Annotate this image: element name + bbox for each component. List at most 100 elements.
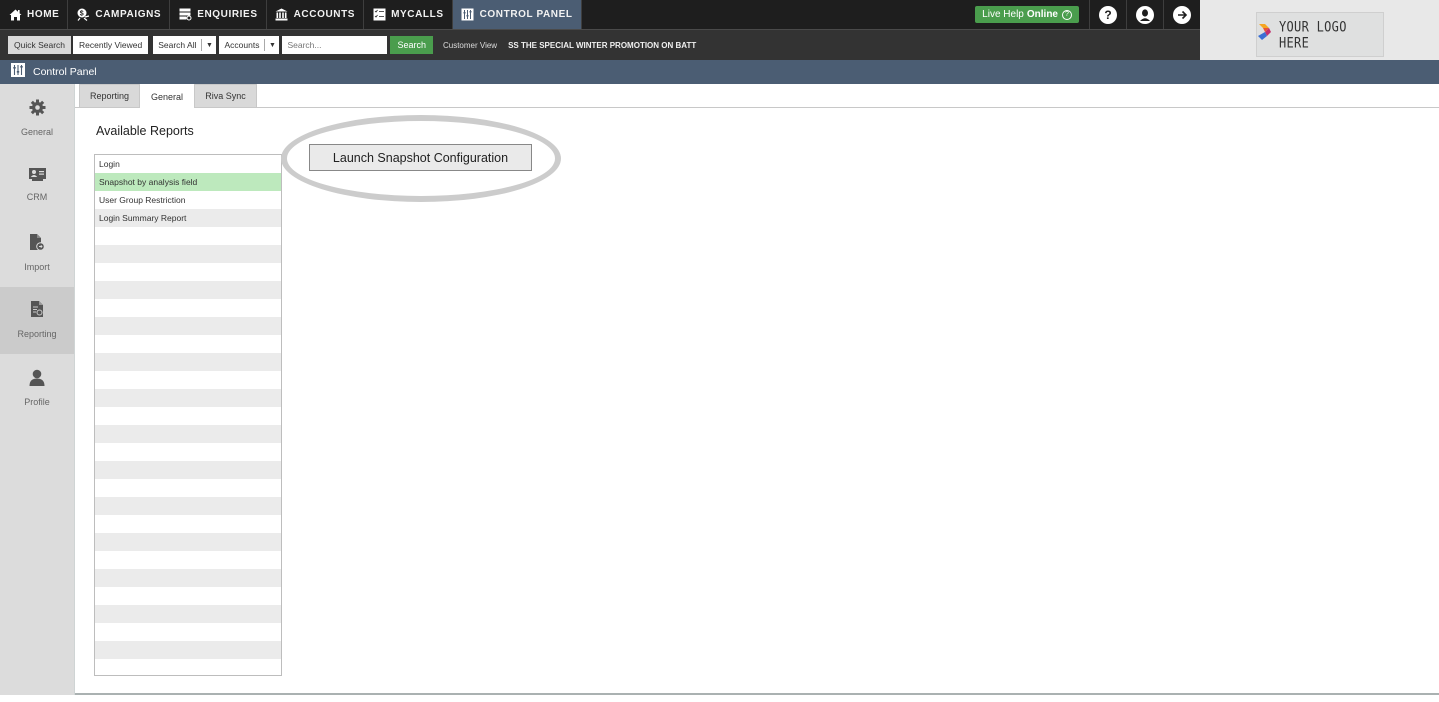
tab-bar: Reporting General Riva Sync (75, 84, 1439, 109)
main-content: Reporting General Riva Sync Available Re… (75, 84, 1439, 695)
sidebar-item-label: Reporting (17, 329, 57, 340)
control-panel-icon (11, 62, 25, 82)
launch-highlight: Launch Snapshot Configuration (281, 115, 561, 202)
report-icon (30, 301, 44, 323)
chevron-down-icon: ▼ (268, 41, 276, 49)
enquiries-icon (178, 8, 192, 22)
reports-list[interactable]: Login Snapshot by analysis field User Grou… (94, 154, 282, 676)
empty-list-row (95, 479, 281, 497)
sidebar-item-label: CRM (26, 192, 48, 203)
empty-list-row (95, 461, 281, 479)
help-icon: ? (1099, 5, 1117, 24)
bank-icon (275, 8, 289, 22)
empty-list-row (95, 659, 281, 675)
empty-list-row (95, 263, 281, 281)
empty-list-row (95, 317, 281, 335)
campaigns-icon: $ (76, 8, 90, 22)
import-file-icon (29, 233, 45, 256)
section-header: Control Panel (0, 60, 1439, 84)
nav-mycalls-label: MYCALLS (391, 9, 444, 20)
home-icon (8, 8, 22, 22)
list-item[interactable]: Snapshot by analysis field (95, 173, 281, 191)
recently-viewed-button[interactable]: Recently Viewed (73, 36, 149, 54)
empty-list-row (95, 497, 281, 515)
page-title: Control Panel (33, 66, 97, 78)
empty-list-row (95, 353, 281, 371)
live-help-label: Live Help (982, 9, 1024, 20)
sidebar-item-label: Import (24, 261, 50, 272)
empty-list-row (95, 551, 281, 569)
search-toolbar: Quick Search Recently Viewed Search All … (0, 29, 1200, 60)
logo-mark-icon (1257, 23, 1273, 46)
logo-text: YOUR LOGO HERE (1279, 18, 1347, 51)
empty-list-row (95, 641, 281, 659)
gear-icon (29, 99, 46, 121)
tab-general[interactable]: General (140, 84, 194, 109)
sidebar-item-import[interactable]: Import (0, 219, 74, 287)
crm-card-icon (28, 168, 46, 186)
empty-list-row (95, 443, 281, 461)
logo-area: YOUR LOGO HERE (1200, 0, 1439, 60)
search-entity-select[interactable]: Accounts ▼ (219, 36, 280, 54)
search-scope-select[interactable]: Search All ▼ (153, 36, 217, 54)
control-panel-icon (461, 8, 475, 22)
nav-mycalls[interactable]: MYCALLS (364, 0, 453, 29)
chevron-down-icon: ▼ (206, 41, 213, 49)
list-item[interactable]: Login Summary Report (95, 209, 281, 227)
nav-campaigns[interactable]: $ CAMPAIGNS (68, 0, 171, 29)
launch-snapshot-configuration-button[interactable]: Launch Snapshot Configuration (309, 144, 532, 171)
arrow-right-icon (1173, 5, 1191, 24)
empty-list-row (95, 605, 281, 623)
empty-list-row (95, 299, 281, 317)
news-ticker: SS THE SPECIAL WINTER PROMOTION ON BATT (508, 40, 697, 50)
nav-accounts[interactable]: ACCOUNTS (267, 0, 365, 29)
checklist-icon (372, 8, 386, 22)
customer-view-link[interactable]: Customer View (443, 41, 497, 50)
list-item[interactable]: Login (95, 155, 281, 173)
nav-home-label: HOME (27, 9, 60, 20)
live-help-button[interactable]: Live Help Online ? (975, 6, 1079, 23)
nav-enquiries[interactable]: ENQUIRIES (170, 0, 267, 29)
search-button[interactable]: Search (390, 36, 433, 54)
tab-riva-sync[interactable]: Riva Sync (194, 84, 257, 108)
empty-list-row (95, 425, 281, 443)
nav-enquiries-label: ENQUIRIES (197, 9, 258, 20)
quick-search-button[interactable]: Quick Search (8, 36, 72, 54)
sidebar-item-general[interactable]: General (0, 84, 74, 152)
company-logo[interactable]: YOUR LOGO HERE (1256, 12, 1384, 57)
empty-list-row (95, 371, 281, 389)
empty-list-row (95, 389, 281, 407)
user-icon (29, 369, 45, 391)
question-circle-icon: ? (1062, 9, 1072, 20)
nav-control-panel[interactable]: CONTROL PANEL (452, 0, 582, 29)
sidebar-item-label: Profile (24, 396, 50, 407)
search-entity-value: Accounts (219, 39, 266, 51)
empty-list-row (95, 281, 281, 299)
empty-list-row (95, 533, 281, 551)
help-button[interactable]: ? (1089, 0, 1126, 29)
empty-list-row (95, 623, 281, 641)
live-help-status: Online (1026, 9, 1058, 20)
empty-list-row (95, 407, 281, 425)
empty-list-row (95, 227, 281, 245)
sidebar-item-profile[interactable]: Profile (0, 354, 74, 422)
empty-list-row (95, 245, 281, 263)
list-item[interactable]: User Group Restriction (95, 191, 281, 209)
svg-text:$: $ (80, 11, 85, 18)
sidebar-item-crm[interactable]: CRM (0, 152, 74, 220)
empty-list-row (95, 515, 281, 533)
nav-home[interactable]: HOME (0, 0, 69, 29)
left-sidebar: General CRM Import Reporting Profile (0, 84, 75, 695)
search-input[interactable] (282, 36, 388, 54)
empty-list-row (95, 335, 281, 353)
tab-reporting[interactable]: Reporting (79, 84, 140, 108)
sidebar-item-reporting[interactable]: Reporting (0, 286, 74, 354)
available-reports-heading: Available Reports (96, 124, 194, 138)
search-scope-value: Search All (153, 39, 203, 51)
empty-list-row (95, 569, 281, 587)
nav-control-panel-label: CONTROL PANEL (479, 9, 573, 20)
nav-accounts-label: ACCOUNTS (293, 9, 356, 20)
user-profile-button[interactable] (1126, 0, 1163, 29)
logout-button[interactable] (1163, 0, 1200, 29)
